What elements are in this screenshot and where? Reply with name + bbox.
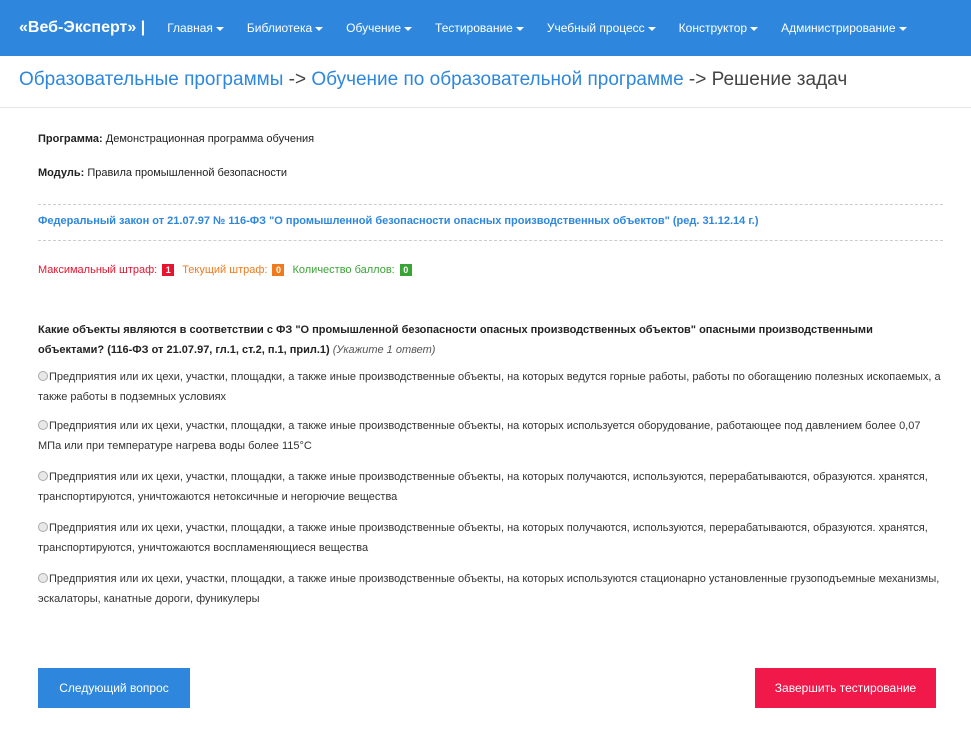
breadcrumb-link-programs[interactable]: Образовательные программы [19,69,283,90]
module-value: Правила промышленной безопасности [87,167,288,179]
brand-logo[interactable]: «Веб-Эксперт» | [19,19,145,37]
current-penalty-label: Текущий штраф: [182,264,268,276]
main-menu: Главная Библиотека Обучение Тестирование… [167,21,907,35]
menu-item-home[interactable]: Главная [167,21,224,35]
answer-option-text: Предприятия или их цехи, участки, площад… [38,522,928,554]
answer-option-text: Предприятия или их цехи, участки, площад… [38,573,940,605]
next-question-button[interactable]: Следующий вопрос [38,668,190,708]
breadcrumb-separator: -> [683,69,712,90]
points-badge: 0 [399,264,412,276]
menu-item-label: Библиотека [246,21,313,35]
caret-down-icon [215,26,224,31]
current-penalty-badge: 0 [272,264,285,276]
question-hint: (Укажите 1 ответ) [332,344,436,356]
menu-item-label: Главная [167,21,213,35]
answer-option[interactable]: Предприятия или их цехи, участки, площад… [38,518,943,558]
breadcrumb: Образовательные программы -> Обучение по… [19,69,847,91]
caret-down-icon [315,26,324,31]
top-navbar: «Веб-Эксперт» | Главная Библиотека Обуче… [0,0,971,56]
caret-down-icon [898,26,907,31]
breadcrumb-separator: -> [283,69,312,90]
caret-down-icon [750,26,759,31]
answer-option-text: Предприятия или их цехи, участки, площад… [38,471,928,503]
breadcrumb-link-program-learning[interactable]: Обучение по образовательной программе [311,69,683,90]
max-penalty-badge: 1 [162,264,175,276]
caret-down-icon [647,26,656,31]
menu-item-label: Обучение [346,21,402,35]
max-penalty-label: Максимальный штраф: [38,264,158,276]
menu-item-label: Администрирование [781,21,896,35]
menu-item-constructor[interactable]: Конструктор [678,21,759,35]
module-info: Модуль: Правила промышленной безопасност… [38,167,287,179]
menu-item-learning[interactable]: Обучение [346,21,413,35]
radio-button[interactable] [38,573,48,583]
dashed-divider [38,240,943,241]
header-divider [0,107,971,108]
program-label: Программа: [38,133,103,145]
menu-item-education-process[interactable]: Учебный процесс [547,21,656,35]
radio-button[interactable] [38,471,48,481]
radio-button[interactable] [38,522,48,532]
points-label: Количество баллов: [292,264,395,276]
menu-item-label: Конструктор [678,21,748,35]
menu-item-testing[interactable]: Тестирование [435,21,524,35]
menu-item-administration[interactable]: Администрирование [781,21,907,35]
breadcrumb-current: Решение задач [711,69,848,90]
radio-button[interactable] [38,420,48,430]
radio-button[interactable] [38,371,48,381]
caret-down-icon [404,26,413,31]
law-link[interactable]: Федеральный закон от 21.07.97 № 116-ФЗ "… [38,215,759,227]
menu-item-library[interactable]: Библиотека [246,21,324,35]
dashed-divider [38,204,943,205]
finish-testing-button[interactable]: Завершить тестирование [755,668,936,708]
program-value: Демонстрационная программа обучения [105,133,315,145]
score-panel: Максимальный штраф: 1 Текущий штраф: 0 К… [38,264,420,276]
question-block: Какие объекты являются в соответствии с … [38,320,918,360]
answer-option[interactable]: Предприятия или их цехи, участки, площад… [38,416,943,456]
menu-item-label: Тестирование [435,21,513,35]
caret-down-icon [515,26,524,31]
answer-option[interactable]: Предприятия или их цехи, участки, площад… [38,367,943,407]
answer-option-text: Предприятия или их цехи, участки, площад… [38,371,941,403]
program-info: Программа: Демонстрационная программа об… [38,133,314,145]
question-text: Какие объекты являются в соответствии с … [38,324,873,356]
answer-option[interactable]: Предприятия или их цехи, участки, площад… [38,569,943,609]
answer-option[interactable]: Предприятия или их цехи, участки, площад… [38,467,943,507]
answer-option-text: Предприятия или их цехи, участки, площад… [38,420,921,452]
menu-item-label: Учебный процесс [546,21,645,35]
module-label: Модуль: [38,167,85,179]
